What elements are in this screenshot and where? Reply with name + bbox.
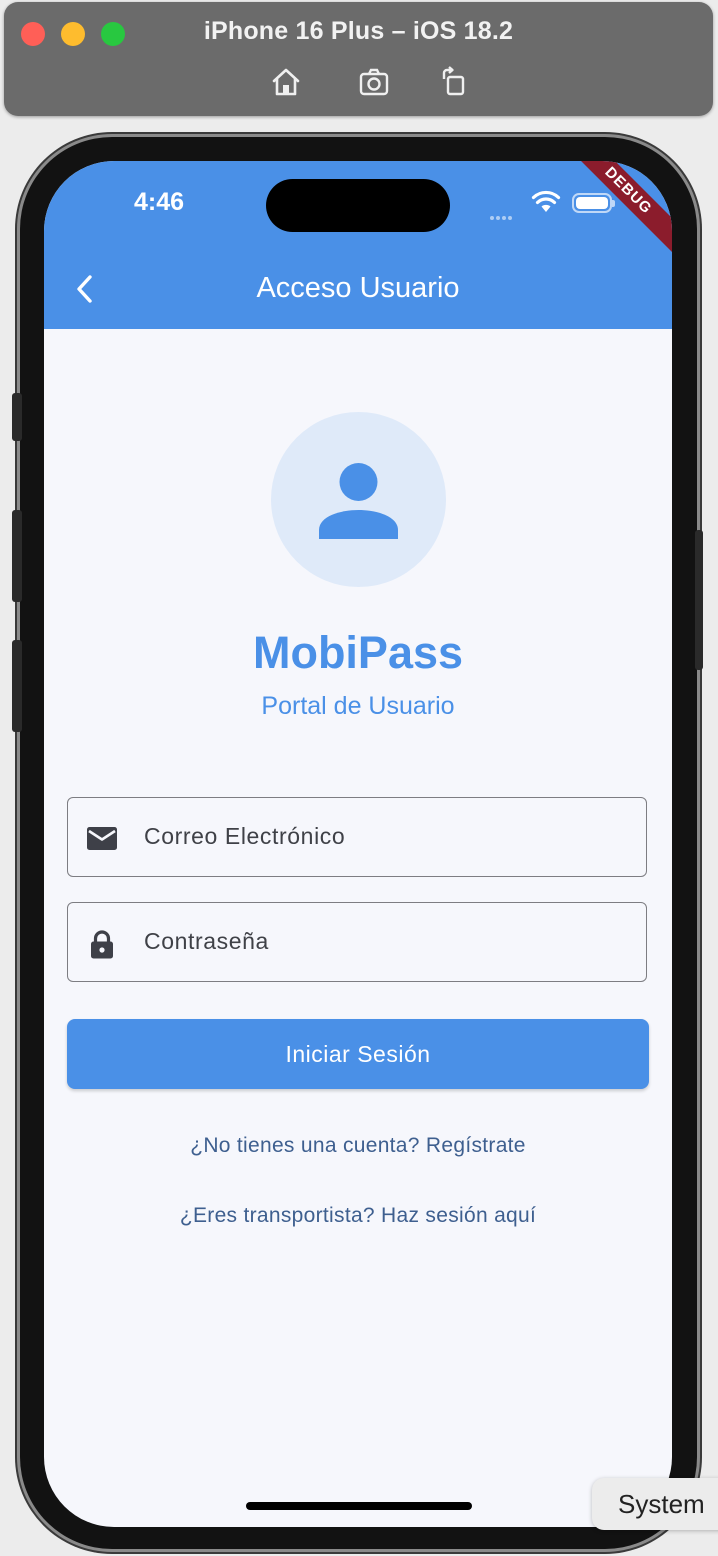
email-field[interactable] — [67, 797, 647, 877]
volume-up-button — [12, 510, 22, 602]
password-field[interactable] — [67, 902, 647, 982]
status-time: 4:46 — [134, 188, 185, 216]
avatar — [271, 412, 446, 587]
page-title: Acceso Usuario — [256, 272, 460, 304]
lock-icon — [91, 930, 113, 959]
action-button — [12, 393, 22, 441]
mail-icon — [87, 827, 117, 850]
screenshot-icon[interactable] — [356, 64, 392, 100]
login-button[interactable]: Iniciar Sesión — [67, 1019, 649, 1089]
debug-label: DEBUG — [555, 161, 672, 264]
simulator-title-bar: iPhone 16 Plus – iOS 18.2 — [4, 2, 713, 116]
app-subtitle: Portal de Usuario — [261, 692, 455, 720]
system-tab[interactable]: System — [592, 1478, 718, 1530]
simulator-title: iPhone 16 Plus – iOS 18.2 — [203, 17, 514, 45]
power-button — [695, 530, 703, 670]
person-icon — [319, 463, 398, 539]
email-input[interactable] — [144, 798, 624, 875]
volume-down-button — [12, 640, 22, 732]
dynamic-island — [266, 179, 450, 232]
register-link[interactable]: ¿No tienes una cuenta? Regístrate — [44, 1134, 672, 1158]
app-name: MobiPass — [252, 627, 464, 678]
password-input[interactable] — [144, 903, 624, 980]
phone-screen: 4:46 DEBUG Acceso Usuario MobiPass Porta… — [44, 161, 672, 1527]
debug-banner: DEBUG — [552, 161, 672, 281]
driver-login-link[interactable]: ¿Eres transportista? Haz sesión aquí — [44, 1204, 672, 1228]
home-icon[interactable] — [268, 64, 304, 100]
cellular-signal-icon — [490, 207, 514, 225]
rotate-icon[interactable] — [436, 64, 472, 100]
home-indicator[interactable] — [246, 1502, 472, 1510]
